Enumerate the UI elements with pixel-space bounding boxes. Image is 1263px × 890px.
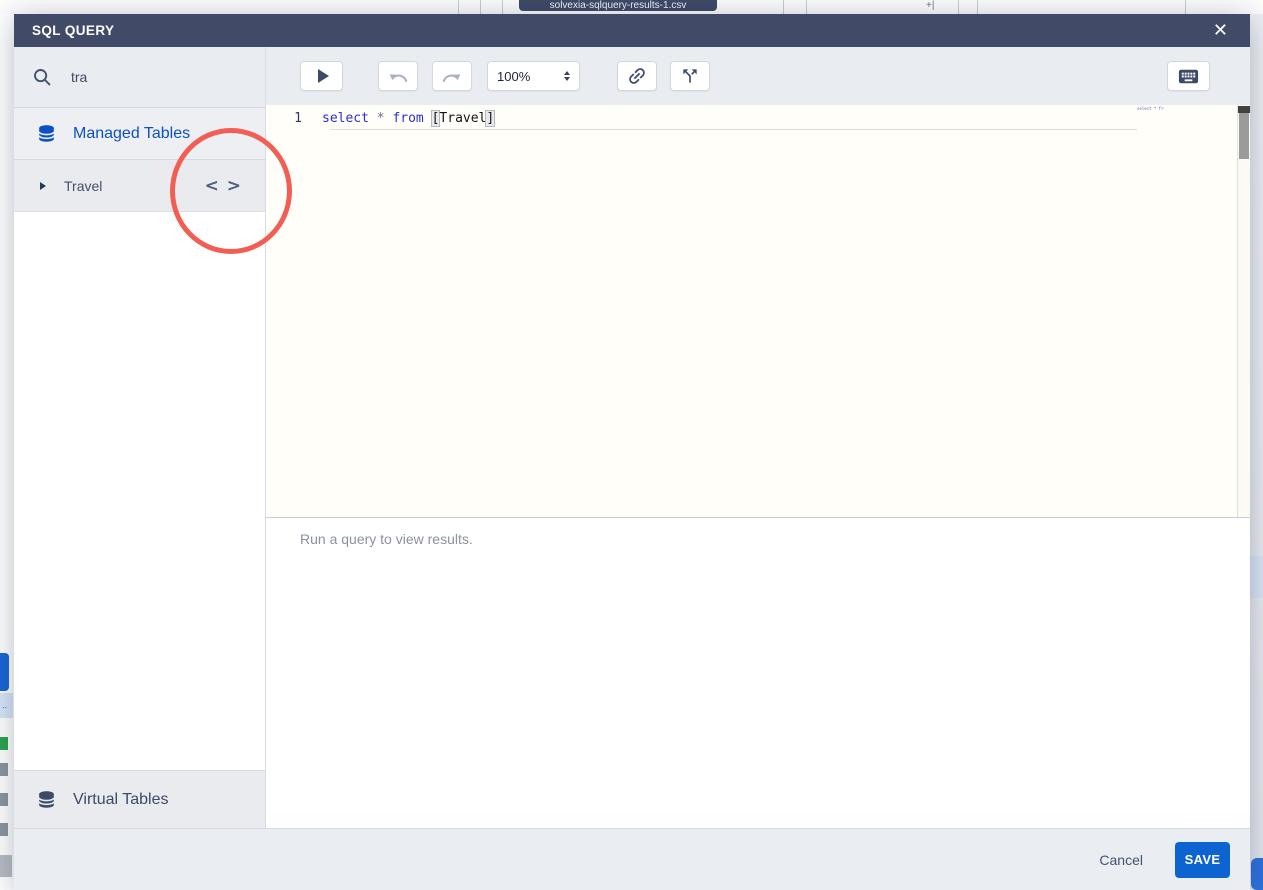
table-search-input[interactable] [69,68,223,86]
managed-tables-label: Managed Tables [73,124,191,142]
sidebar-section-virtual-tables[interactable]: Virtual Tables [14,770,265,828]
table-row-travel[interactable]: Travel < > [14,160,265,212]
keyword-token: from [392,111,424,126]
grid-line [502,0,503,14]
keyboard-shortcuts-button[interactable] [1167,61,1210,91]
grid-line [783,0,784,14]
operator-token: * [376,111,385,126]
keyword-token: select [322,111,369,126]
table-search-row [14,47,265,108]
run-query-button[interactable] [300,61,343,91]
background-icon-fragment [0,823,8,836]
grid-line [977,0,978,14]
stepper-arrows-icon [564,71,570,81]
save-button[interactable]: SAVE [1175,841,1230,878]
table-name: Travel [64,177,103,194]
scrollbar-thumb[interactable] [1239,113,1249,159]
zoom-value: 100% [497,68,531,84]
redo-icon [441,69,463,84]
results-panel: Run a query to view results. [266,517,1250,828]
chevron-right-icon[interactable] [40,181,46,190]
branch-split-button[interactable] [670,61,710,91]
background-icon-fragment [0,763,8,776]
line-number: 1 [294,111,302,126]
cancel-button[interactable]: Cancel [1093,851,1149,869]
editor-toolbar: 100% [266,47,1250,105]
play-icon [317,69,329,83]
dialog-title: SQL QUERY [32,23,115,38]
link-button[interactable] [617,61,657,91]
branch-split-icon [680,66,700,86]
code-line: 1 select * from [Travel] [266,105,1250,128]
background-right-strip [1250,14,1263,890]
sidebar-section-managed-tables[interactable]: Managed Tables [14,108,265,160]
background-spreadsheet-strip: solvexia-sqlquery-results-1.csv +| [0,0,1263,14]
search-icon [32,67,52,87]
active-line-underline [330,129,1137,130]
background-link-row-fragment: .. [0,693,13,718]
query-panel: 100% 1 select * from [Travel] select * f… [266,47,1250,828]
table-name-token: Travel [439,111,487,126]
undo-button[interactable] [378,61,418,91]
csv-filename-badge[interactable]: solvexia-sqlquery-results-1.csv [519,0,717,11]
grid-line [1185,0,1186,14]
background-success-icon-fragment [0,737,8,750]
background-bar-fragment [0,855,12,877]
link-icon [626,65,648,87]
sql-query-dialog: SQL QUERY ✕ Managed Tables Travel < > [14,14,1250,890]
dialog-header: SQL QUERY ✕ [14,14,1250,47]
editor-minimap: select * from [Travel] [1137,106,1164,111]
grid-line [458,0,459,14]
keyboard-icon [1177,65,1200,88]
grid-line [480,0,481,14]
virtual-tables-label: Virtual Tables [73,790,169,808]
overflow-count: +| [926,0,935,11]
background-blue-fab-fragment [1251,858,1263,890]
database-icon [36,789,57,810]
background-blue-button-fragment [0,653,9,691]
zoom-select[interactable]: 100% [487,61,580,91]
database-icon [36,123,57,144]
close-button[interactable]: ✕ [1209,20,1232,42]
grid-line [806,0,807,14]
grid-line [958,0,959,14]
results-empty-message: Run a query to view results. [300,531,473,547]
insert-code-icon[interactable]: < > [205,176,242,196]
editor-scrollbar[interactable] [1237,105,1250,517]
tables-sidebar: Managed Tables Travel < > Virtual Tables [14,47,266,828]
sql-code-editor[interactable]: 1 select * from [Travel] select * from [T… [266,105,1250,517]
redo-button[interactable] [432,61,472,91]
undo-icon [387,69,409,84]
code-text: select * from [Travel] [310,110,496,128]
dialog-footer: Cancel SAVE [14,828,1250,890]
background-icon-fragment [0,793,8,806]
background-right-band [1250,556,1263,598]
sidebar-empty-area [14,212,265,770]
scrollbar-cap [1238,106,1250,113]
bracket-token: ] [485,110,496,127]
